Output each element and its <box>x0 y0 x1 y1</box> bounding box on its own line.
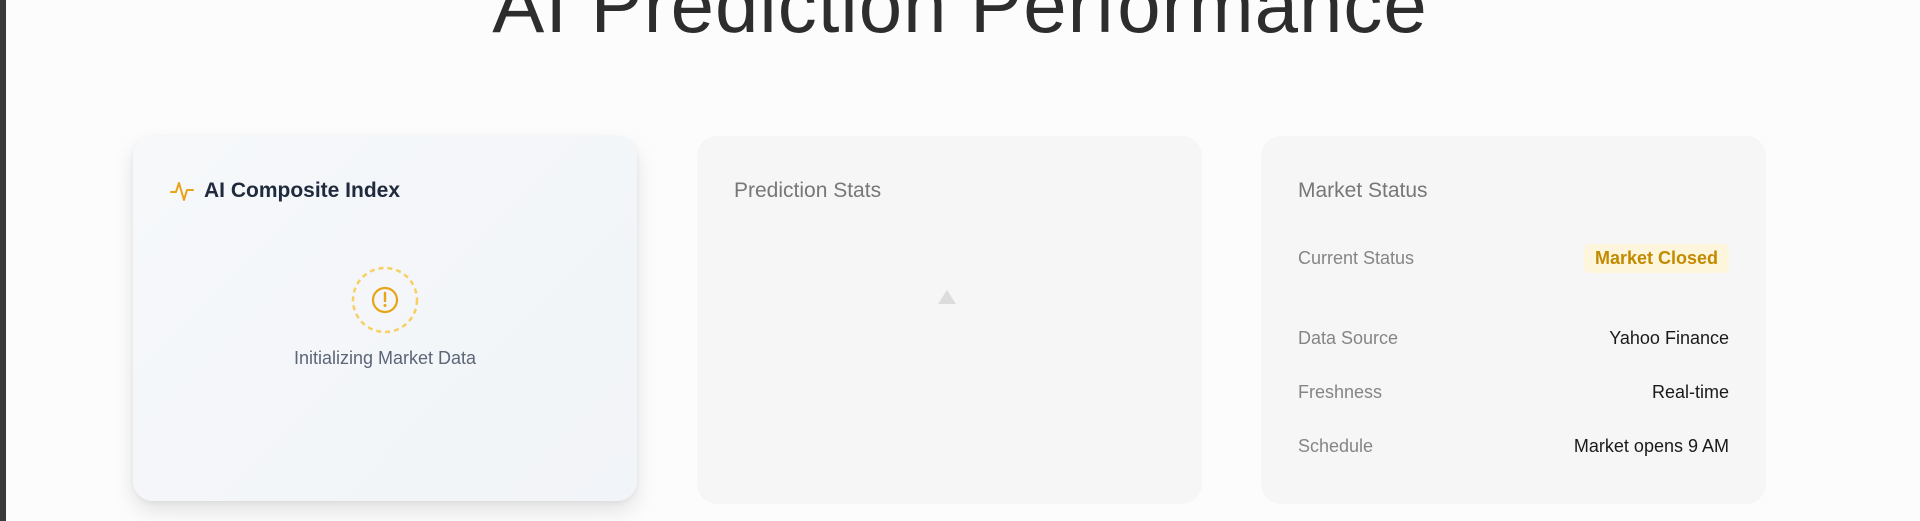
status-row-current: Current Status Market Closed <box>1298 244 1729 273</box>
loading-state: Initializing Market Data <box>133 266 637 369</box>
prediction-stats-card: Prediction Stats <box>697 136 1202 504</box>
market-status-card: Market Status Current Status Market Clos… <box>1261 136 1766 504</box>
ai-card-title: AI Composite Index <box>204 179 401 202</box>
status-label: Current Status <box>1298 248 1415 268</box>
status-value: Yahoo Finance <box>1609 328 1729 348</box>
status-row-data-source: Data Source Yahoo Finance <box>1298 328 1729 349</box>
status-value: Real-time <box>1651 382 1729 402</box>
status-label: Freshness <box>1298 382 1383 402</box>
status-label: Schedule <box>1298 436 1374 456</box>
status-row-freshness: Freshness Real-time <box>1298 382 1729 403</box>
status-row-schedule: Schedule Market opens 9 AM <box>1298 436 1729 457</box>
alert-circle-icon <box>351 266 419 334</box>
page-title: AI Prediction Performance <box>492 0 1428 49</box>
status-value: Market opens 9 AM <box>1573 436 1729 456</box>
loading-text: Initializing Market Data <box>293 348 477 368</box>
prediction-card-title: Prediction Stats <box>734 179 882 202</box>
ai-composite-index-card: AI Composite Index Initializing Market D… <box>133 136 637 501</box>
window-left-edge <box>0 0 6 521</box>
market-card-header: Market Status <box>1298 176 1729 206</box>
placeholder-triangle-icon <box>938 290 956 304</box>
market-card-title: Market Status <box>1298 179 1428 202</box>
status-badge: Market Closed <box>1583 244 1729 273</box>
prediction-card-header: Prediction Stats <box>734 176 1165 206</box>
status-label: Data Source <box>1298 328 1399 348</box>
pulse-icon <box>170 179 194 203</box>
ai-card-header: AI Composite Index <box>170 176 600 206</box>
